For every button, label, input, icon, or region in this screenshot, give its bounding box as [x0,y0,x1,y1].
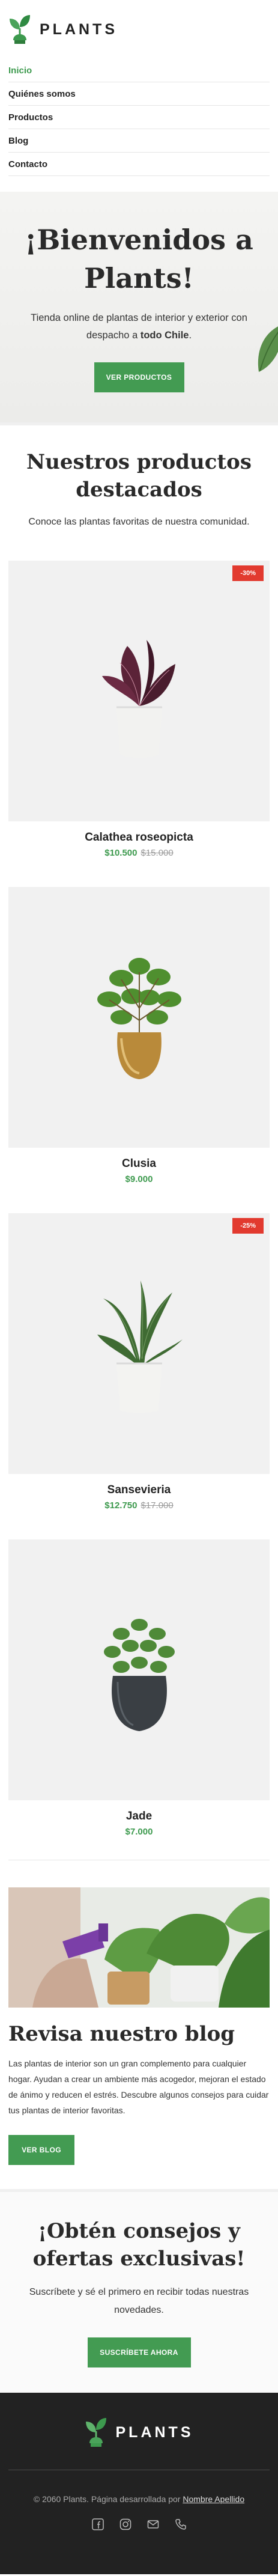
product-name[interactable]: Jade [8,1810,270,1823]
ver-productos-button[interactable]: VER PRODUCTOS [94,362,184,392]
featured-header: Nuestros productos destacados Conoce las… [0,425,278,528]
product-price: $9.000 [125,1174,153,1184]
hero-subtitle: Tienda online de plantas de interior y e… [0,309,278,344]
nav-item-productos[interactable]: Productos [8,106,270,129]
blog-image[interactable] [8,1887,270,2008]
product-price: $7.000 [125,1827,153,1837]
hero-subtitle-text: Tienda online de plantas de interior y e… [31,312,247,341]
product-image[interactable]: -30% [8,561,270,821]
footer-logo[interactable]: PLANTS [0,2417,278,2448]
copyright: © 2060 Plants. Página desarrollada por N… [0,2494,278,2504]
hero-subtitle-end: . [189,330,192,341]
product-name[interactable]: Calathea roseopicta [8,831,270,844]
brand-logo[interactable]: PLANTS [8,14,118,45]
featured-subtitle: Conoce las plantas favoritas de nuestra … [28,517,250,527]
price-row: $9.000 [8,1174,270,1184]
product-name[interactable]: Clusia [8,1157,270,1171]
leaf-logo-icon [85,2418,106,2447]
subscribe-button[interactable]: SUSCRÍBETE AHORA [87,2337,191,2367]
price-row: $10.500 $15.000 [8,848,270,858]
mail-icon[interactable] [147,2518,159,2530]
blog-title: Revisa nuestro blog [8,2022,235,2046]
product-old-price: $15.000 [141,848,174,858]
discount-badge: -30% [232,565,264,581]
phone-icon[interactable] [175,2518,187,2530]
product-price: $10.500 [104,848,137,858]
hero-title: ¡Bienvenidos a Plants! [25,224,253,294]
sansevieria-plant-image [97,1280,183,1413]
blog-section: Revisa nuestro blog Las plantas de inter… [0,1887,278,2165]
product-image[interactable] [8,887,270,1148]
instagram-icon[interactable] [119,2518,131,2530]
product-image[interactable] [8,1539,270,1800]
nav-item-blog[interactable]: Blog [8,129,270,153]
blog-text: Las plantas de interior son un gran comp… [8,2059,269,2115]
facebook-icon[interactable] [91,2518,104,2530]
social-links [0,2518,278,2530]
product-name[interactable]: Sansevieria [8,1484,270,1497]
site-header: PLANTS [0,0,278,59]
product-card[interactable]: Jade $7.000 [0,1539,278,1837]
calathea-plant-image [101,640,175,758]
main-nav: Inicio Quiénes somos Productos Blog Cont… [0,59,278,176]
product-image[interactable]: -25% [8,1213,270,1474]
price-row: $12.750 $17.000 [8,1500,270,1511]
product-old-price: $17.000 [141,1500,174,1511]
product-card[interactable]: -25% Sansevieria $12.750 $17.000 [0,1213,278,1511]
price-row: $7.000 [8,1827,270,1837]
nav-item-contacto[interactable]: Contacto [8,153,270,176]
blog-plants-photo [8,1887,270,2008]
product-card[interactable]: Clusia $9.000 [0,887,278,1184]
hero-subtitle-bold: todo Chile [140,330,189,341]
newsletter-text: Suscríbete y sé el primero en recibir to… [29,2287,249,2315]
product-price: $12.750 [104,1500,137,1511]
hero-section: ¡Bienvenidos a Plants! Tienda online de … [0,192,278,422]
footer-brand-name: PLANTS [115,2423,194,2441]
newsletter-section: ¡Obtén consejos y ofertas exclusivas! Su… [0,2192,278,2393]
site-footer: PLANTS © 2060 Plants. Página desarrollad… [0,2393,278,2574]
jade-plant-image [103,1619,175,1731]
discount-badge: -25% [232,1218,264,1234]
brand-name: PLANTS [40,20,118,38]
ver-blog-button[interactable]: VER BLOG [8,2135,74,2165]
leaf-logo-icon [10,15,30,44]
nav-item-inicio[interactable]: Inicio [8,59,270,82]
newsletter-title: ¡Obtén consejos y ofertas exclusivas! [32,2219,246,2271]
copyright-text: © 2060 Plants. Página desarrollada por [33,2494,183,2504]
featured-title: Nuestros productos destacados [26,450,252,502]
nav-item-quienes-somos[interactable]: Quiénes somos [8,82,270,106]
product-card[interactable]: -30% Calathea roseopicta $10.500 $15.000 [0,561,278,858]
author-link[interactable]: Nombre Apellido [183,2494,244,2504]
clusia-plant-image [97,958,181,1079]
